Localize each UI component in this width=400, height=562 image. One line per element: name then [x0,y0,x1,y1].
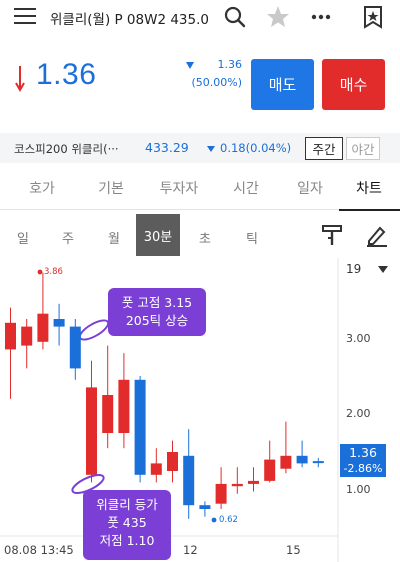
candle-body [53,319,65,327]
current-price: 1.36 [36,58,97,91]
tab-orderbook[interactable]: 호가 [17,178,67,198]
session-night-toggle[interactable]: 야간 [346,137,380,160]
candle-body [118,379,130,433]
candle-body [102,395,114,433]
annotation-line: 저점 1.10 [99,533,155,548]
chart-interval-value[interactable]: 19 [346,262,361,276]
candle [264,440,276,483]
min-price-marker [211,517,217,523]
annotation-line: 위클리 등가 [96,497,158,512]
candle-body [215,483,227,504]
candle [215,467,227,509]
candle-body [5,322,16,350]
annotation-line: 205틱 상승 [125,313,189,328]
candle-body [37,313,49,342]
annotation-circle [78,319,110,341]
index-value: 433.29 [145,140,189,155]
candle-body [312,461,324,464]
max-price-marker [37,269,43,275]
candle-body [231,483,243,487]
candle [86,360,97,483]
chart-area[interactable]: 19 3.00 2.00 1.00 1.36 -2.86% 3.86 0.62 … [0,258,400,562]
price-down-arrow-icon [15,66,25,93]
candle-body [134,379,146,475]
candle-body [69,326,81,369]
period-seconds[interactable]: 초 [190,228,220,247]
candle-body [199,505,211,509]
session-day-toggle[interactable]: 주간 [305,137,343,160]
max-price-label: 3.86 [44,267,63,277]
price-change: 1.36 [217,58,243,71]
candle [167,440,178,483]
search-icon[interactable] [222,4,248,30]
candle [312,458,324,468]
candle [5,307,16,399]
bookmark-star-icon[interactable] [360,4,386,30]
candle-body [248,480,259,484]
candle-body [167,452,178,471]
period-month[interactable]: 월 [99,228,129,247]
candle [69,319,81,380]
candle-body [280,455,292,469]
tab-basic[interactable]: 기본 [86,178,136,198]
candle-body [86,387,97,475]
change-down-triangle-icon [186,62,194,69]
dropdown-arrow-icon[interactable] [378,266,388,274]
candle [53,303,65,346]
annotation-line: 풋 고점 3.15 [121,295,193,310]
candle-body [296,455,308,464]
y-tick-label: 2.00 [346,407,371,420]
indicator-tool-icon[interactable] [320,222,346,248]
min-price-label: 0.62 [219,515,238,525]
buy-button[interactable]: 매수 [322,59,385,110]
candle [150,448,162,483]
candle [134,376,146,483]
star-icon[interactable] [265,4,291,30]
sell-button[interactable]: 매도 [251,59,314,110]
period-tick[interactable]: 틱 [237,228,267,247]
candle-body [21,326,33,346]
candle [280,421,292,474]
period-30min[interactable]: 30분 [136,214,180,256]
candle [248,467,259,492]
hamburger-menu-icon[interactable] [14,7,36,25]
candle [118,353,130,449]
tab-time[interactable]: 시간 [221,178,271,198]
y-tick-label: 1.00 [346,483,371,496]
candle [199,501,211,517]
candle [296,440,308,468]
x-tick-label: 12 [183,543,198,557]
period-day[interactable]: 일 [8,228,38,247]
y-tick-label: 3.00 [346,332,371,345]
annotation-weekly-atm: 위클리 등가 풋 435 저점 1.10 [83,490,171,560]
x-tick-label: 08.08 13:45 [4,543,74,557]
page-title: 위클리(월) P 08W2 435.0 [50,12,209,28]
candle-body [150,463,162,475]
tab-chart[interactable]: 차트 [344,178,394,198]
candle [102,345,114,449]
candle [183,429,195,519]
period-week[interactable]: 주 [53,228,83,247]
index-change: 0.18(0.04%) [220,141,292,155]
candle [21,319,33,369]
x-tick-label: 15 [286,543,301,557]
candle [231,467,243,494]
candle-body [264,459,276,481]
top-bar: 위클리(월) P 08W2 435.0 [0,0,400,34]
active-tab-underline [339,209,400,211]
more-dots-icon[interactable] [308,4,334,30]
last-price-tag: 1.36 [340,444,386,461]
tab-daily[interactable]: 일자 [285,178,335,198]
index-name[interactable]: 코스피200 위클리(··· [14,141,132,157]
annotation-put-high: 풋 고점 3.15 205틱 상승 [108,288,206,336]
price-change-percent: (50.00%) [191,76,242,89]
candle-body [183,455,195,506]
candle [37,272,49,350]
annotation-line: 풋 435 [107,515,147,530]
drawing-pen-icon[interactable] [364,222,390,248]
tab-investor[interactable]: 투자자 [154,178,204,198]
index-down-triangle-icon [207,146,215,152]
last-change-tag: -2.86% [340,461,386,477]
